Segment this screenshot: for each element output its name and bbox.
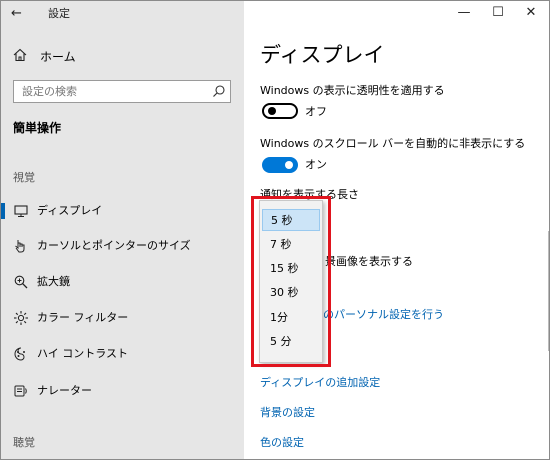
color-filter-icon [13, 310, 29, 326]
sidebar-item-color-filter[interactable]: カラー フィルター [1, 301, 244, 335]
search-input[interactable]: 設定の検索 [13, 80, 231, 103]
search-placeholder: 設定の検索 [22, 85, 77, 98]
sidebar-item-narrator[interactable]: ナレーター [1, 374, 244, 408]
scrollbars-state: オン [305, 158, 327, 171]
sidebar-item-magnifier[interactable]: 拡大鏡 [1, 265, 244, 299]
window-title: 設定 [48, 7, 70, 20]
sidebar-item-label: カーソルとポインターのサイズ [37, 239, 191, 252]
home-label: ホーム [40, 49, 76, 64]
sidebar-item-cursor[interactable]: カーソルとポインターのサイズ [1, 229, 244, 263]
highlight-box [251, 196, 331, 367]
sidebar-item-high-contrast[interactable]: ハイ コントラスト [1, 337, 244, 371]
high-contrast-icon [13, 346, 29, 362]
sidebar-item-label: ディスプレイ [37, 204, 103, 217]
cursor-pointer-icon [13, 238, 29, 254]
sidebar-item-label: カラー フィルター [37, 311, 129, 324]
monitor-icon [13, 203, 29, 219]
page-title: ディスプレイ [260, 43, 385, 67]
toggle-knob [268, 107, 276, 115]
section-heading: 簡単操作 [13, 121, 62, 135]
minimize-button[interactable]: — [453, 4, 475, 22]
narrator-icon [13, 383, 29, 399]
search-icon[interactable] [212, 84, 226, 98]
sidebar-item-label: ナレーター [37, 384, 92, 397]
background-settings-link[interactable]: 背景の設定 [260, 406, 315, 420]
transparency-state: オフ [305, 105, 327, 118]
sidebar-item-label: 拡大鏡 [37, 275, 70, 288]
back-arrow-icon[interactable]: ← [11, 6, 31, 22]
group-label-hearing: 聴覚 [13, 436, 35, 449]
scrollbars-toggle[interactable] [262, 157, 298, 173]
magnifier-icon [13, 274, 29, 290]
sidebar-item-display[interactable]: ディスプレイ [1, 194, 244, 228]
toggle-knob [285, 161, 293, 169]
background-image-label: 景画像を表示する [325, 255, 413, 268]
personalize-link[interactable]: のパーソナル設定を行う [323, 308, 444, 322]
additional-display-settings-link[interactable]: ディスプレイの追加設定 [260, 376, 380, 390]
transparency-toggle[interactable] [262, 103, 298, 119]
active-indicator [1, 203, 5, 219]
maximize-button[interactable]: ☐ [487, 4, 509, 22]
home-icon [13, 48, 31, 65]
color-settings-link[interactable]: 色の設定 [260, 436, 304, 450]
group-label-vision: 視覚 [13, 171, 35, 184]
transparency-label: Windows の表示に透明性を適用する [260, 84, 445, 97]
scrollbars-label: Windows のスクロール バーを自動的に非表示にする [260, 137, 526, 150]
sidebar-item-home[interactable]: ホーム [13, 46, 76, 66]
sidebar-item-label: ハイ コントラスト [37, 347, 129, 360]
close-button[interactable]: ✕ [520, 4, 542, 22]
sidebar: ← 設定 ホーム 設定の検索 簡単操作 視覚 ディスプレイ カーソルとポインター… [1, 1, 244, 459]
settings-window: ← 設定 ホーム 設定の検索 簡単操作 視覚 ディスプレイ カーソルとポインター… [0, 0, 550, 460]
